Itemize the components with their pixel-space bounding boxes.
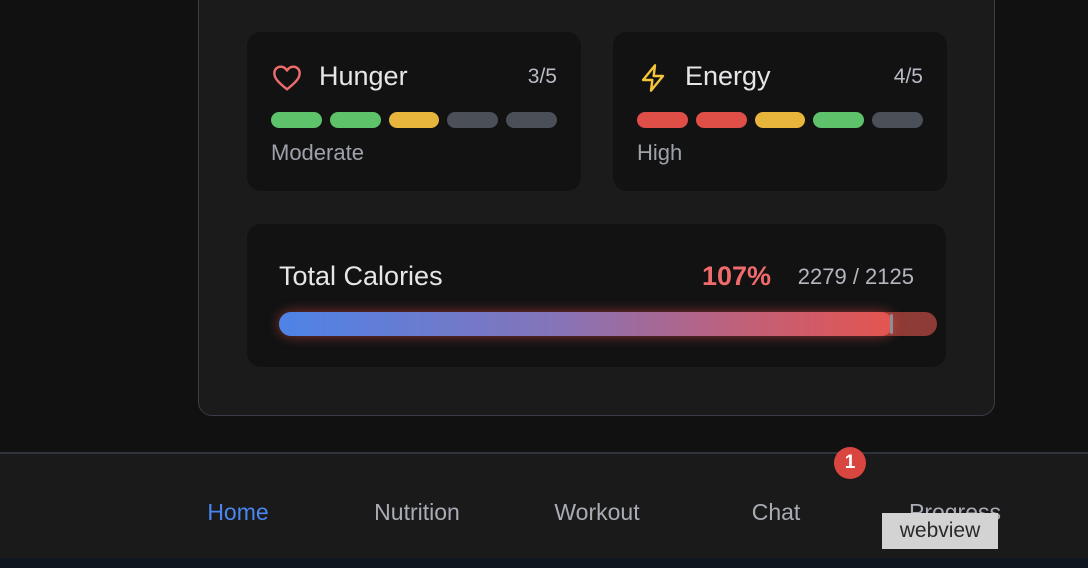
nav-nutrition[interactable]: Nutrition: [374, 499, 460, 526]
hunger-title: Hunger: [319, 61, 408, 91]
calories-percent: 107%: [701, 261, 771, 291]
energy-level: High: [637, 140, 683, 165]
hunger-segment: [329, 112, 381, 128]
energy-segment: [872, 112, 923, 128]
hunger-segments: [271, 112, 557, 128]
energy-segment: [695, 112, 747, 128]
hunger-segment: [388, 112, 440, 128]
hunger-card: Hunger 3/5 Moderate: [247, 32, 581, 191]
energy-segment: [754, 112, 806, 128]
energy-score: 4/5: [893, 65, 923, 88]
heart-icon: [273, 65, 301, 91]
hunger-segment: [271, 112, 322, 128]
calories-title: Total Calories: [279, 261, 443, 291]
energy-segment: [813, 112, 865, 128]
hunger-segment: [447, 112, 499, 128]
hunger-level: Moderate: [271, 140, 364, 165]
bottom-strip: [0, 558, 1088, 568]
hunger-score: 3/5: [527, 65, 557, 88]
hunger-segment: [506, 112, 557, 128]
energy-segments: [637, 112, 923, 128]
calories-ratio: 2279 / 2125: [797, 264, 914, 289]
chat-notification-badge: 1: [834, 447, 866, 479]
calories-progress-track: [279, 312, 937, 336]
calories-progress-fill: [279, 312, 893, 336]
nav-home[interactable]: Home: [207, 499, 268, 526]
lightning-icon: [641, 64, 665, 92]
nav-chat[interactable]: Chat: [752, 499, 801, 526]
energy-title: Energy: [685, 61, 771, 91]
webview-label: webview: [882, 513, 998, 549]
nav-workout[interactable]: Workout: [554, 499, 639, 526]
energy-segment: [637, 112, 688, 128]
energy-card: Energy 4/5 High: [613, 32, 947, 191]
total-calories-card: Total Calories 107% 2279 / 2125: [247, 224, 946, 367]
